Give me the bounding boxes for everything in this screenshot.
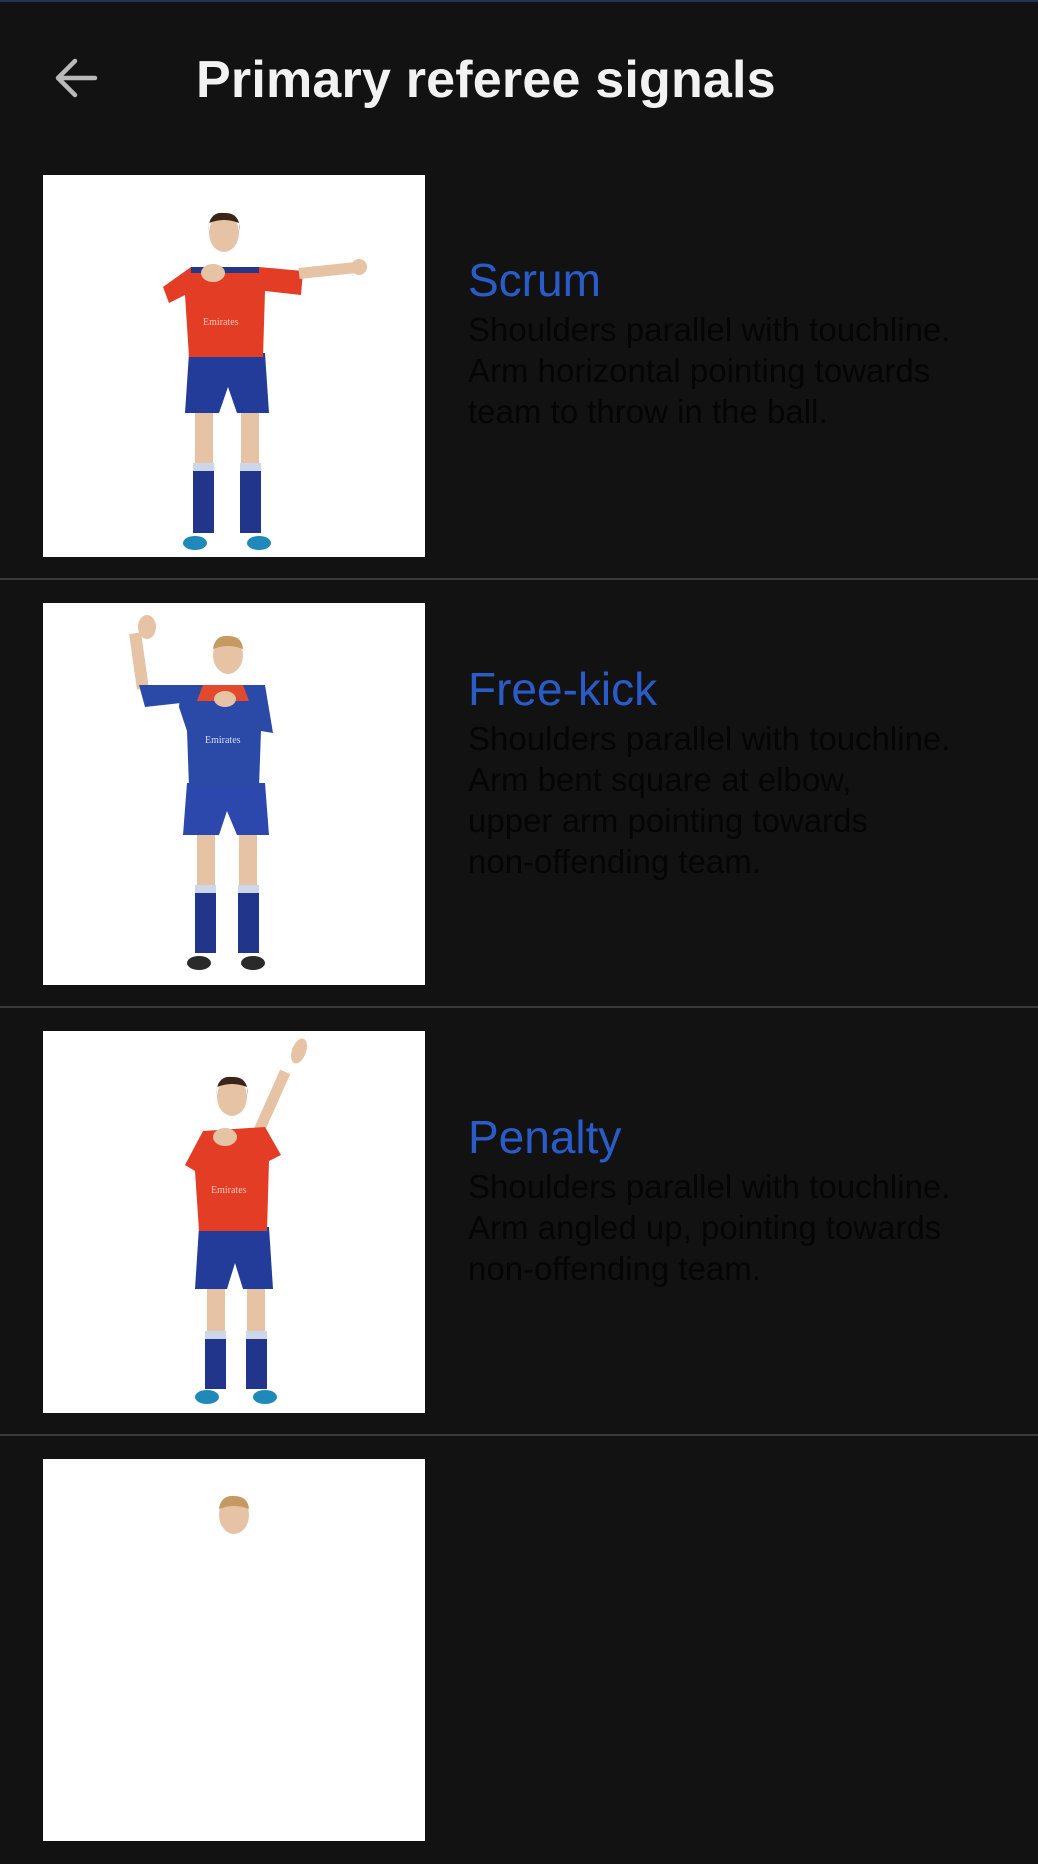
signal-name: Scrum — [468, 254, 601, 306]
list-item[interactable]: Emirates Free-kick Shoulders parallel wi… — [0, 580, 1038, 1008]
list-item[interactable]: Emirates Scrum Shoulders parallel with t… — [0, 152, 1038, 580]
svg-text:Emirates: Emirates — [211, 1185, 247, 1196]
signal-list: Emirates Scrum Shoulders parallel with t… — [0, 152, 1038, 1864]
referee-signal-photo — [43, 1459, 425, 1841]
svg-text:Emirates: Emirates — [203, 317, 239, 328]
referee-penalty-signal-photo: Emirates — [43, 1031, 425, 1413]
signal-description: Shoulders parallel with touchline. Arm a… — [468, 1168, 951, 1287]
app-bar: Primary referee signals — [0, 2, 1038, 152]
page-title: Primary referee signals — [196, 51, 776, 109]
signal-description: Shoulders parallel with touchline. Arm b… — [468, 720, 951, 880]
arrow-left-icon — [55, 58, 98, 98]
list-item[interactable] — [0, 1436, 1038, 1864]
signal-name: Free-kick — [468, 663, 658, 715]
signal-name: Penalty — [468, 1111, 622, 1163]
list-item[interactable]: Emirates Penalty Shoulders parallel with… — [0, 1008, 1038, 1436]
referee-scrum-signal-photo: Emirates — [43, 175, 425, 557]
svg-text:Emirates: Emirates — [205, 735, 241, 746]
signal-description: Shoulders parallel with touchline. Arm h… — [468, 311, 951, 430]
referee-free-kick-signal-photo: Emirates — [43, 603, 425, 985]
back-button[interactable] — [40, 42, 112, 114]
